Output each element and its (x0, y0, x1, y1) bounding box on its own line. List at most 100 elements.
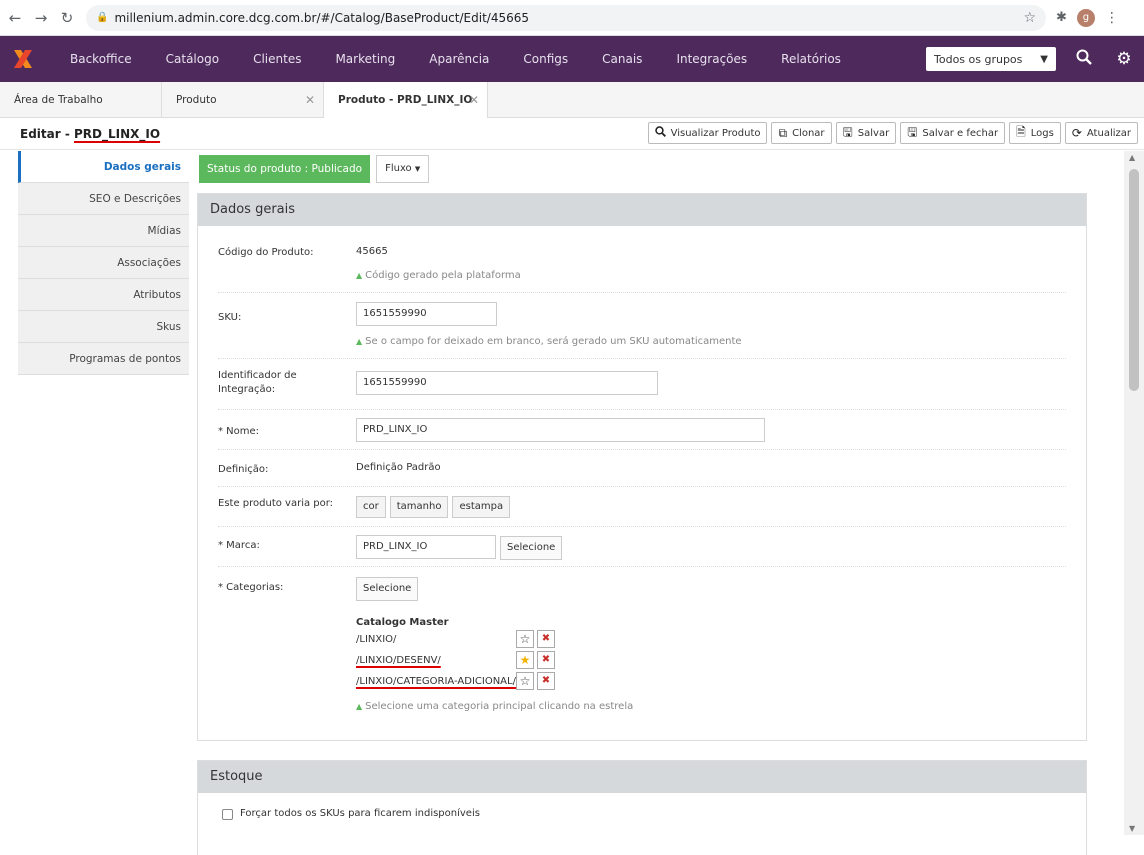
search-icon[interactable] (1064, 49, 1104, 70)
catalog-title: Catalogo Master (356, 617, 449, 628)
brand-logo[interactable] (0, 36, 46, 82)
button-label: Visualizar Produto (670, 127, 761, 139)
scroll-down-icon[interactable]: ▼ (1129, 824, 1135, 833)
document-icon: 🗎 (1016, 124, 1026, 139)
star-filled-icon[interactable]: ★ (516, 651, 534, 669)
side-item-programas-de-pontos[interactable]: Programas de pontos (18, 343, 189, 375)
nav-catalogo[interactable]: Catálogo (149, 52, 236, 66)
button-label: Salvar e fechar (922, 127, 999, 139)
side-item-skus[interactable]: Skus (18, 311, 189, 343)
remove-icon[interactable]: ✖ (537, 630, 555, 648)
back-icon[interactable]: ← (4, 9, 26, 27)
nav-canais[interactable]: Canais (585, 52, 659, 66)
extensions-icon[interactable]: ✱ (1056, 10, 1067, 25)
side-item-seo[interactable]: SEO e Descrições (18, 183, 189, 215)
scroll-thumb[interactable] (1129, 169, 1139, 391)
bookmark-star-icon[interactable]: ☆ (1023, 10, 1036, 26)
logo-icon (14, 50, 32, 68)
nav-marketing[interactable]: Marketing (318, 52, 412, 66)
save-and-close-button[interactable]: 🖫 Salvar e fechar (900, 122, 1006, 144)
variation-chip-cor: cor (356, 496, 386, 518)
view-product-button[interactable]: Visualizar Produto (647, 122, 768, 144)
side-item-atributos[interactable]: Atributos (18, 279, 189, 311)
browser-menu-icon[interactable]: ⋮ (1105, 10, 1119, 26)
workflow-dropdown-label: Fluxo (385, 163, 412, 174)
definition-value: Definição Padrão (356, 462, 441, 473)
integration-id-row: Identificador de Integração: 1651559990 (218, 359, 1066, 410)
nav-configs[interactable]: Configs (506, 52, 585, 66)
group-select[interactable]: Todos os grupos ▼ (926, 47, 1056, 71)
nav-backoffice[interactable]: Backoffice (46, 52, 149, 66)
panel-body: Forçar todos os SKUs para ficarem indisp… (198, 793, 1086, 855)
integration-id-input[interactable]: 1651559990 (356, 371, 658, 395)
tab-label: Produto (176, 94, 217, 106)
clone-button[interactable]: ⧉ Clonar (771, 122, 832, 144)
main-content: Status do produto : Publicado Fluxo ▼ Da… (189, 151, 1124, 855)
profile-avatar[interactable]: g (1076, 8, 1095, 27)
workflow-dropdown[interactable]: Fluxo ▼ (376, 155, 430, 183)
panel-heading: Estoque (198, 761, 1086, 793)
nav-relatorios[interactable]: Relatórios (764, 52, 858, 66)
page-title-prefix: Editar - (20, 126, 74, 141)
scroll-up-icon[interactable]: ▲ (1129, 153, 1135, 162)
category-path: /LINXIO/CATEGORIA-ADICIONAL/ (356, 676, 516, 687)
side-item-dados-gerais[interactable]: Dados gerais (18, 151, 189, 183)
product-code-value: 45665 (356, 246, 388, 257)
tab-label: Área de Trabalho (14, 94, 103, 106)
side-item-midias[interactable]: Mídias (18, 215, 189, 247)
brand-input[interactable]: PRD_LINX_IO (356, 535, 496, 559)
categories-hint: ▲ Selecione uma categoria principal clica… (356, 701, 633, 712)
category-path: /LINXIO/ (356, 634, 397, 645)
reload-icon[interactable]: ↻ (56, 9, 78, 27)
top-navigation: Backoffice Catálogo Clientes Marketing A… (0, 36, 1144, 82)
label-line: Integração: (218, 384, 276, 395)
close-icon[interactable]: ✕ (469, 93, 479, 107)
varies-by-label: Este produto varia por: (218, 498, 334, 509)
remove-icon[interactable]: ✖ (537, 651, 555, 669)
address-bar[interactable]: 🔒 millenium.admin.core.dcg.com.br/#/Cata… (86, 4, 1046, 31)
product-code-row: Código do Produto: 45665 ▲ Código gerado … (218, 226, 1066, 293)
vertical-scrollbar[interactable]: ▲ ▼ (1124, 151, 1144, 835)
panel-heading: Dados gerais (198, 194, 1086, 226)
search-icon (654, 126, 666, 140)
chevron-down-icon: ▼ (1040, 53, 1048, 65)
gear-icon[interactable]: ⚙ (1104, 49, 1144, 69)
brand-label: * Marca: (218, 540, 260, 551)
save-button[interactable]: 🖫 Salvar (835, 122, 897, 144)
star-outline-icon[interactable]: ☆ (516, 630, 534, 648)
remove-icon[interactable]: ✖ (537, 672, 555, 690)
nav-integracoes[interactable]: Integrações (659, 52, 764, 66)
product-code-label: Código do Produto: (218, 247, 314, 258)
categories-label: * Categorias: (218, 582, 284, 593)
tab-produto-prd-linx-io[interactable]: Produto - PRD_LINX_IO ✕ (324, 82, 488, 118)
panel-body: Código do Produto: 45665 ▲ Código gerado … (198, 226, 1086, 717)
sku-row: SKU: 1651559990 ▲ Se o campo for deixado … (218, 293, 1066, 359)
lock-icon: 🔒 (96, 12, 109, 23)
sku-input[interactable]: 1651559990 (356, 302, 497, 326)
name-input[interactable]: PRD_LINX_IO (356, 418, 765, 442)
status-row: Status do produto : Publicado Fluxo ▼ (199, 155, 430, 183)
force-unavailable-checkbox[interactable] (222, 809, 233, 820)
varies-by-row: Este produto varia por: cor tamanho estamp… (218, 487, 1066, 527)
side-item-associacoes[interactable]: Associações (18, 247, 189, 279)
star-outline-icon[interactable]: ☆ (516, 672, 534, 690)
categories-row: * Categorias: Selecione Catalogo Master … (218, 567, 1066, 717)
tab-bar: Área de Trabalho Produto ✕ Produto - PRD… (0, 82, 1144, 118)
action-toolbar: Visualizar Produto ⧉ Clonar 🖫 Salvar 🖫 S… (647, 122, 1138, 144)
categories-select-button[interactable]: Selecione (356, 577, 419, 601)
tab-area-de-trabalho[interactable]: Área de Trabalho (0, 82, 162, 118)
close-icon[interactable]: ✕ (305, 93, 315, 107)
url-text: millenium.admin.core.dcg.com.br/#/Catalo… (114, 10, 529, 25)
forward-icon[interactable]: → (30, 9, 52, 27)
category-path-primary: /LINXIO/DESENV/ (356, 655, 441, 666)
tab-produto[interactable]: Produto ✕ (162, 82, 324, 118)
logs-button[interactable]: 🗎 Logs (1009, 122, 1061, 144)
refresh-button[interactable]: ⟳ Atualizar (1064, 122, 1138, 144)
nav-aparencia[interactable]: Aparência (412, 52, 506, 66)
brand-row: * Marca: PRD_LINX_IO Selecione (218, 527, 1066, 567)
brand-select-button[interactable]: Selecione (500, 536, 563, 560)
status-badge: Status do produto : Publicado (199, 155, 371, 183)
arrow-up-icon: ▲ (356, 702, 363, 711)
group-select-value: Todos os grupos (934, 52, 1023, 66)
nav-clientes[interactable]: Clientes (236, 52, 318, 66)
